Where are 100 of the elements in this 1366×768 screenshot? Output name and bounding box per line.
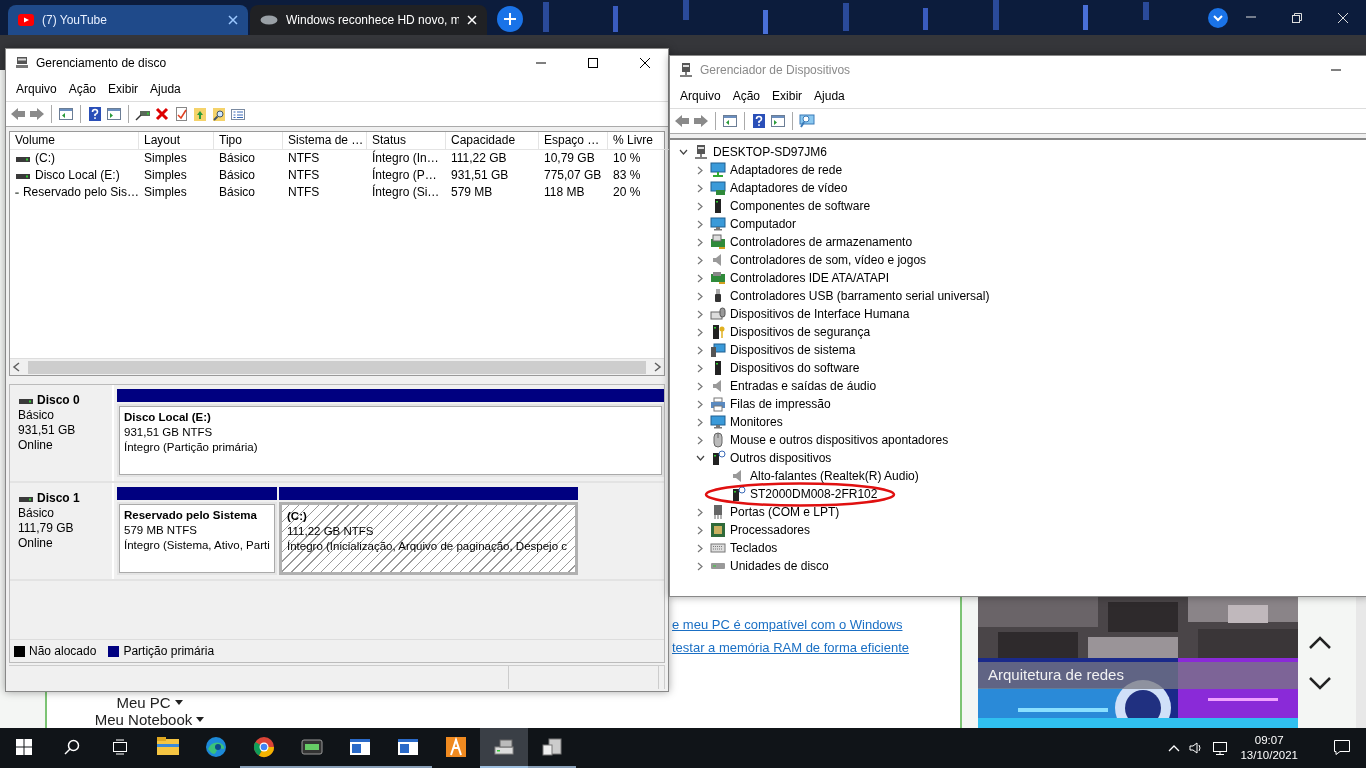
tree-item[interactable]: Processadores bbox=[730, 521, 811, 539]
network-icon[interactable] bbox=[1212, 740, 1229, 756]
tree-item[interactable]: Monitores bbox=[730, 413, 783, 431]
tree-item[interactable]: Controladores de armazenamento bbox=[730, 233, 913, 251]
clock-date[interactable]: 13/10/2021 bbox=[1240, 748, 1298, 763]
chevron-right-icon[interactable] bbox=[697, 507, 703, 517]
column-header[interactable]: Espaço … bbox=[539, 132, 608, 150]
menu-link[interactable]: Meu Notebook bbox=[94, 711, 193, 728]
scan-hardware-icon[interactable] bbox=[799, 113, 815, 129]
menu-item[interactable]: Ação bbox=[726, 87, 767, 105]
chevron-right-icon[interactable] bbox=[697, 543, 703, 553]
chevron-right-icon[interactable] bbox=[697, 525, 703, 535]
console-tree-icon[interactable] bbox=[58, 106, 74, 122]
column-header[interactable]: Capacidade bbox=[446, 132, 539, 150]
chevron-right-icon[interactable] bbox=[697, 327, 703, 337]
site-icon bbox=[260, 15, 278, 25]
menu-item[interactable]: Ajuda bbox=[144, 80, 187, 98]
back-arrow-icon[interactable] bbox=[10, 106, 26, 122]
chevron-right-icon[interactable] bbox=[697, 345, 703, 355]
tree-item[interactable]: DESKTOP-SD97JM6 bbox=[713, 143, 827, 161]
column-header[interactable]: Sistema de … bbox=[283, 132, 367, 150]
properties-icon[interactable] bbox=[230, 106, 246, 122]
tree-item[interactable]: Computador bbox=[730, 215, 797, 233]
tree-item[interactable]: Dispositivos de Interface Humana bbox=[730, 305, 910, 323]
tree-item[interactable]: Dispositivos de sistema bbox=[730, 341, 856, 359]
chevron-right-icon[interactable] bbox=[697, 237, 703, 247]
forward-arrow-icon[interactable] bbox=[29, 106, 45, 122]
scrollbar[interactable] bbox=[10, 358, 664, 375]
browser-tab[interactable]: (7) YouTube bbox=[8, 5, 248, 35]
console-tree-icon[interactable] bbox=[722, 113, 738, 129]
scrollbar[interactable] bbox=[1356, 597, 1366, 728]
tree-item[interactable]: Adaptadores de rede bbox=[730, 161, 843, 179]
chevron-right-icon[interactable] bbox=[697, 363, 703, 373]
checklist-icon[interactable] bbox=[173, 106, 189, 122]
forward-arrow-icon[interactable] bbox=[693, 113, 709, 129]
chevron-right-icon[interactable] bbox=[697, 417, 703, 427]
close-icon[interactable] bbox=[639, 57, 651, 69]
tree-item[interactable]: Dispositivos do software bbox=[730, 359, 860, 377]
tree-item[interactable]: Alto-falantes (Realtek(R) Audio) bbox=[750, 467, 919, 485]
tree-item[interactable]: Teclados bbox=[730, 539, 778, 557]
menu-item[interactable]: Ação bbox=[62, 80, 103, 98]
action-pane-icon[interactable] bbox=[106, 106, 122, 122]
chevron-down-icon[interactable] bbox=[678, 149, 688, 155]
partition-box[interactable]: Disco Local (E:) 931,51 GB NTFS Íntegro (Partição primária) bbox=[117, 404, 664, 477]
taskbar-button[interactable] bbox=[480, 728, 528, 768]
menu-item[interactable]: Exibir bbox=[102, 80, 145, 98]
tree-item[interactable]: Controladores USB (barramento serial universal) bbox=[730, 287, 990, 305]
partition-name: Reservado pelo Sistema bbox=[124, 508, 258, 523]
chevron-right-icon[interactable] bbox=[697, 381, 703, 391]
chevron-up-icon[interactable] bbox=[1308, 635, 1332, 650]
folder-search-icon[interactable] bbox=[211, 106, 227, 122]
help-icon[interactable] bbox=[87, 106, 103, 122]
partition-box[interactable]: (C:) 111,22 GB NTFS Íntegro (Inicialização, Arquivo de paginação, Despejo c bbox=[279, 502, 578, 575]
clock-time[interactable]: 09:07 bbox=[1254, 733, 1284, 748]
restore-icon[interactable] bbox=[1291, 11, 1303, 24]
tree-item[interactable]: Portas (COM e LPT) bbox=[730, 503, 840, 521]
menu-item[interactable]: Ajuda bbox=[808, 87, 851, 105]
action-pane-icon[interactable] bbox=[770, 113, 786, 129]
new-tab-button[interactable] bbox=[497, 6, 523, 32]
folder-up-icon[interactable] bbox=[192, 106, 208, 122]
help-icon[interactable] bbox=[751, 113, 767, 129]
chevron-right-icon[interactable] bbox=[697, 219, 703, 229]
tree-item[interactable]: Outros dispositivos bbox=[730, 449, 832, 467]
partition-box[interactable]: Reservado pelo Sistema 579 MB NTFS Íntegro (Sistema, Ativo, Parti bbox=[117, 502, 277, 575]
chevron-right-icon[interactable] bbox=[697, 273, 703, 283]
menu-item[interactable]: Arquivo bbox=[674, 87, 727, 105]
delete-icon[interactable] bbox=[154, 106, 170, 122]
tree-item[interactable]: Controladores IDE ATA/ATAPI bbox=[730, 269, 890, 287]
chevron-right-icon[interactable] bbox=[697, 561, 703, 571]
chevron-down-icon[interactable] bbox=[695, 455, 705, 461]
back-arrow-icon[interactable] bbox=[674, 113, 690, 129]
card-title[interactable]: Arquitetura de redes bbox=[978, 662, 1298, 689]
tree-item[interactable]: Adaptadores de vídeo bbox=[730, 179, 848, 197]
tree-item[interactable]: Dispositivos de segurança bbox=[730, 323, 871, 341]
article-link[interactable]: e meu PC é compatível com o Windows bbox=[672, 615, 960, 635]
chevron-right-icon[interactable] bbox=[697, 201, 703, 211]
maximize-icon[interactable] bbox=[587, 57, 599, 69]
menu-item[interactable]: Arquivo bbox=[10, 80, 63, 98]
chevron-right-icon[interactable] bbox=[697, 165, 703, 175]
tree-item[interactable]: Componentes de software bbox=[730, 197, 871, 215]
article-link[interactable]: testar a memória RAM de forma eficiente bbox=[672, 637, 960, 657]
chevron-right-icon[interactable] bbox=[697, 399, 703, 409]
chevron-right-icon[interactable] bbox=[697, 255, 703, 265]
menu-link[interactable]: Meu PC bbox=[116, 694, 171, 711]
column-header[interactable]: Volume bbox=[10, 132, 139, 150]
column-header[interactable]: Status bbox=[367, 132, 446, 150]
menu-item[interactable]: Exibir bbox=[766, 87, 809, 105]
tree-item[interactable]: Entradas e saídas de áudio bbox=[730, 377, 877, 395]
chevron-right-icon[interactable] bbox=[697, 435, 703, 445]
column-header[interactable]: Layout bbox=[139, 132, 214, 150]
column-header[interactable]: Tipo bbox=[214, 132, 283, 150]
profile-menu-icon[interactable] bbox=[1208, 7, 1228, 28]
chevron-right-icon[interactable] bbox=[697, 309, 703, 319]
tree-item[interactable]: Unidades de disco bbox=[730, 557, 829, 575]
tree-item[interactable]: Filas de impressão bbox=[730, 395, 831, 413]
tree-item[interactable]: Controladores de som, vídeo e jogos bbox=[730, 251, 927, 269]
chevron-right-icon[interactable] bbox=[697, 183, 703, 193]
tree-item[interactable]: Mouse e outros dispositivos apontadores bbox=[730, 431, 949, 449]
chevron-right-icon[interactable] bbox=[697, 291, 703, 301]
chevron-down-icon[interactable] bbox=[1308, 675, 1332, 690]
